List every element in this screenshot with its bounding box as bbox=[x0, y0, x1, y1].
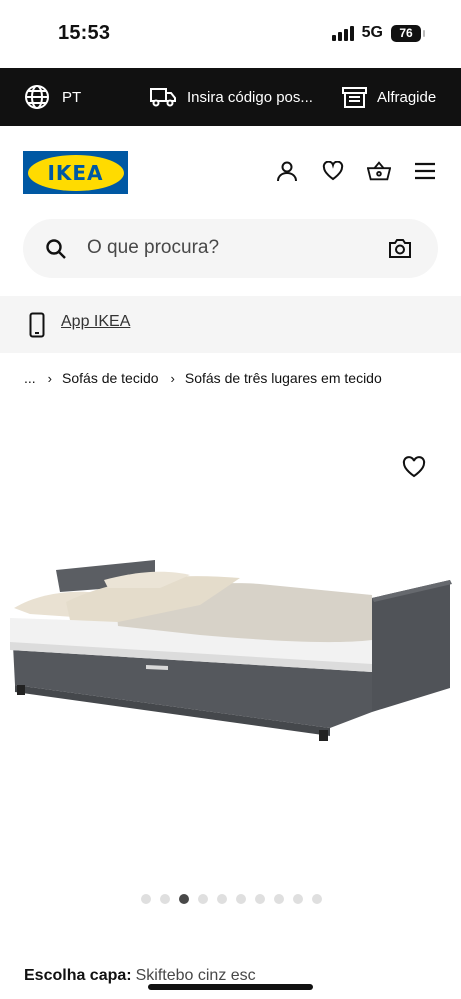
postcode-selector[interactable]: Insira código pos... bbox=[150, 68, 313, 126]
home-indicator bbox=[148, 984, 313, 990]
carousel-dot-active[interactable] bbox=[179, 894, 189, 904]
top-utility-bar: PT Insira código pos... Alfragide bbox=[0, 68, 461, 126]
carousel-dot[interactable] bbox=[293, 894, 303, 904]
status-time: 15:53 bbox=[58, 22, 111, 44]
carousel-dot[interactable] bbox=[274, 894, 284, 904]
language-selector[interactable]: PT bbox=[24, 68, 81, 126]
search-input[interactable]: O que procura? bbox=[87, 237, 219, 259]
language-label: PT bbox=[62, 88, 82, 106]
site-header: IKEA bbox=[0, 126, 461, 218]
store-icon bbox=[342, 87, 367, 108]
search-icon bbox=[46, 239, 66, 259]
carousel-dot[interactable] bbox=[141, 894, 151, 904]
store-selector[interactable]: Alfragide bbox=[342, 68, 436, 126]
search-bar[interactable]: O que procura? bbox=[23, 219, 438, 278]
globe-icon bbox=[25, 85, 49, 109]
cover-choice[interactable]: Escolha capa: Skiftebo cinz esc bbox=[24, 967, 256, 985]
app-link[interactable]: App IKEA bbox=[61, 313, 130, 331]
phone-icon bbox=[29, 312, 45, 338]
breadcrumb-item[interactable]: Sofás de três lugares em tecido bbox=[185, 370, 382, 386]
basket-icon[interactable] bbox=[367, 159, 391, 183]
breadcrumb-ellipsis[interactable]: ... bbox=[24, 370, 36, 386]
logo-text: IKEA bbox=[47, 160, 104, 185]
cover-value: Skiftebo cinz esc bbox=[135, 967, 256, 984]
header-actions bbox=[275, 159, 437, 183]
product-image[interactable] bbox=[0, 540, 461, 770]
camera-search-icon[interactable] bbox=[388, 237, 412, 259]
status-indicators: 5G 76 bbox=[331, 24, 425, 42]
carousel-dot[interactable] bbox=[198, 894, 208, 904]
carousel-dot[interactable] bbox=[255, 894, 265, 904]
logo-ellipse: IKEA bbox=[27, 154, 124, 191]
image-carousel-dots bbox=[141, 894, 322, 904]
carousel-dot[interactable] bbox=[217, 894, 227, 904]
battery-icon: 76 bbox=[391, 24, 425, 42]
ikea-logo[interactable]: IKEA bbox=[23, 151, 128, 194]
breadcrumb: ... › Sofás de tecido › Sofás de três lu… bbox=[24, 370, 382, 386]
breadcrumb-item[interactable]: Sofás de tecido bbox=[62, 370, 159, 386]
postcode-label: Insira código pos... bbox=[187, 88, 313, 106]
carousel-dot[interactable] bbox=[236, 894, 246, 904]
menu-icon[interactable] bbox=[413, 159, 437, 183]
cover-label: Escolha capa: bbox=[24, 967, 132, 984]
profile-icon[interactable] bbox=[275, 159, 299, 183]
signal-icon bbox=[331, 25, 354, 41]
carousel-dot[interactable] bbox=[312, 894, 322, 904]
chevron-right-icon: › bbox=[47, 370, 53, 386]
status-bar: 15:53 5G 76 bbox=[0, 0, 461, 68]
store-label: Alfragide bbox=[377, 88, 437, 106]
truck-icon bbox=[150, 88, 176, 107]
app-banner: App IKEA bbox=[0, 296, 461, 353]
favourites-icon[interactable] bbox=[321, 159, 345, 183]
add-to-favourites-icon[interactable] bbox=[402, 455, 426, 479]
carousel-dot[interactable] bbox=[160, 894, 170, 904]
chevron-right-icon: › bbox=[170, 370, 175, 386]
network-type: 5G bbox=[361, 24, 383, 41]
